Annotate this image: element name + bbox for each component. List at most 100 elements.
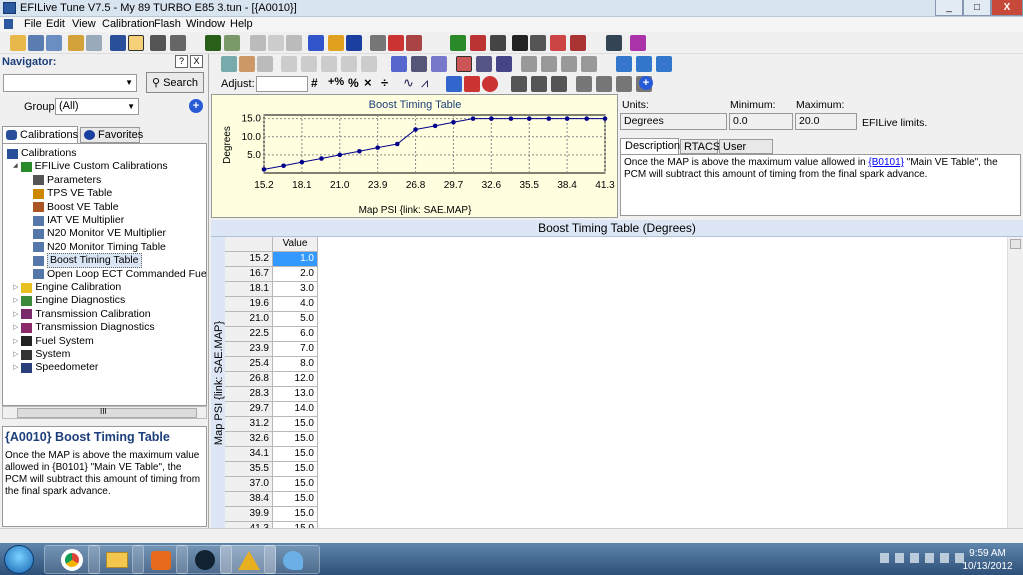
plot-icon[interactable]: [464, 76, 480, 92]
multiply-icon[interactable]: ×: [364, 75, 372, 90]
arrow-vertical-icon[interactable]: [636, 56, 652, 72]
zoom-icon[interactable]: [511, 76, 527, 92]
data-point[interactable]: [261, 167, 267, 172]
tree-horizontal-scrollbar[interactable]: III: [2, 406, 207, 419]
paste-special-icon[interactable]: [406, 35, 422, 51]
tree-item-iat-ve-multiplier[interactable]: IAT VE Multiplier: [33, 214, 124, 227]
tree-item-engine-calibration[interactable]: ▷ Engine Calibration: [13, 281, 121, 294]
maximize-button[interactable]: □: [963, 0, 991, 16]
data-point[interactable]: [564, 116, 570, 121]
menu-calibration[interactable]: Calibration: [102, 18, 155, 30]
dtc-icon[interactable]: [550, 35, 566, 51]
data-point[interactable]: [299, 159, 305, 165]
table-import-icon[interactable]: [361, 56, 377, 72]
document-icon[interactable]: [4, 19, 13, 29]
expand-arrow-icon[interactable]: ▷: [13, 361, 18, 374]
copy-icon[interactable]: [370, 35, 386, 51]
set-value-icon[interactable]: #: [311, 76, 318, 90]
menu-window[interactable]: Window: [186, 18, 225, 30]
calibration-tree[interactable]: Calibrations ◢ EFILive Custom Calibrations…: [2, 143, 207, 406]
percent-icon[interactable]: %: [348, 76, 359, 90]
tab-rtacs[interactable]: RTACS: [680, 139, 720, 154]
tree-item-boost-timing-table[interactable]: Boost Timing Table: [33, 253, 142, 269]
divide-icon[interactable]: ÷: [381, 75, 388, 90]
col-icon[interactable]: [541, 56, 557, 72]
open-folder-icon[interactable]: [68, 35, 84, 51]
tree-item-speedometer[interactable]: ▷ Speedometer: [13, 361, 98, 374]
data-point[interactable]: [526, 116, 532, 121]
clock[interactable]: 9:59 AM 10/13/2012: [960, 547, 1015, 573]
insert-row-icon[interactable]: [576, 76, 592, 92]
highlight-icon[interactable]: [391, 56, 407, 72]
data-point[interactable]: [413, 127, 418, 132]
value-cell[interactable]: 13.0: [273, 387, 318, 402]
data-point[interactable]: [281, 163, 286, 169]
expand-arrow-icon[interactable]: ▷: [13, 348, 18, 361]
menu-edit[interactable]: Edit: [46, 18, 65, 30]
history-icon[interactable]: [286, 35, 302, 51]
undo-icon[interactable]: [250, 35, 266, 51]
arrow-cross-icon[interactable]: [656, 56, 672, 72]
expand-icon[interactable]: [551, 76, 567, 92]
add-icon[interactable]: +: [639, 76, 653, 90]
value-cell[interactable]: 12.0: [273, 372, 318, 387]
navigator-search-input[interactable]: ▼: [3, 74, 137, 92]
expand-arrow-icon[interactable]: ▷: [13, 294, 18, 307]
table-view-icon[interactable]: [221, 56, 237, 72]
data-point[interactable]: [470, 116, 476, 121]
tree-item-engine-diagnostics[interactable]: ▷ Engine Diagnostics: [13, 294, 125, 307]
move-icon[interactable]: [616, 76, 632, 92]
expand-arrow-icon[interactable]: ▷: [13, 335, 18, 348]
value-cell[interactable]: 15.0: [273, 462, 318, 477]
trans-icon[interactable]: [490, 35, 506, 51]
tree-item-calibrations[interactable]: Calibrations: [7, 147, 76, 160]
tree-item-system[interactable]: ▷ System: [13, 348, 70, 361]
data-point[interactable]: [375, 145, 380, 150]
data-point[interactable]: [508, 116, 514, 121]
tree-item-n20-monitor-timing-table[interactable]: N20 Monitor Timing Table: [33, 241, 166, 254]
monitor-icon[interactable]: [570, 35, 586, 51]
fit-icon[interactable]: [531, 76, 547, 92]
forward-arrow-icon[interactable]: [224, 35, 240, 51]
tree-item-fuel-system[interactable]: ▷ Fuel System: [13, 335, 94, 348]
monitor-tray-icon[interactable]: [925, 553, 934, 563]
fill-icon[interactable]: [446, 76, 462, 92]
menu-file[interactable]: File: [24, 18, 42, 30]
vehicle-icon[interactable]: [110, 35, 126, 51]
menu-flash[interactable]: Flash: [154, 18, 181, 30]
read-icon[interactable]: [450, 35, 466, 51]
cell-icon[interactable]: [561, 56, 577, 72]
value-cell[interactable]: 3.0: [273, 282, 318, 297]
refresh-icon[interactable]: [328, 35, 344, 51]
tree-item-boost-ve-table[interactable]: Boost VE Table: [33, 201, 119, 214]
redo-icon[interactable]: [268, 35, 284, 51]
network-icon[interactable]: [910, 553, 919, 563]
value-cell[interactable]: 15.0: [273, 507, 318, 522]
grid-icon[interactable]: [170, 35, 186, 51]
compare-view-icon[interactable]: [257, 56, 273, 72]
close-button[interactable]: X: [991, 0, 1023, 16]
value-cell[interactable]: 6.0: [273, 327, 318, 342]
data-point[interactable]: [451, 119, 456, 125]
arrow-horizontal-icon[interactable]: [616, 56, 632, 72]
start-button[interactable]: [4, 545, 34, 574]
paste-icon[interactable]: [388, 35, 404, 51]
tree-item-n20-monitor-ve-multiplier[interactable]: N20 Monitor VE Multiplier: [33, 227, 166, 240]
settings-icon[interactable]: [606, 35, 622, 51]
delete-row-icon[interactable]: [596, 76, 612, 92]
reset-icon[interactable]: [482, 76, 498, 92]
tree-item-efilive-custom-calibrations[interactable]: ◢ EFILive Custom Calibrations: [13, 160, 168, 173]
data-point[interactable]: [337, 152, 343, 158]
expand-arrow-icon[interactable]: ▷: [13, 308, 18, 321]
value-cell[interactable]: 2.0: [273, 267, 318, 282]
tray-arrow-icon[interactable]: [880, 553, 889, 563]
table-vertical-scrollbar[interactable]: [1007, 237, 1023, 528]
tree-item-parameters[interactable]: Parameters: [33, 174, 101, 187]
value-cell[interactable]: 15.0: [273, 477, 318, 492]
back-arrow-icon[interactable]: [205, 35, 221, 51]
tree-item-open-loop-ect-commanded-fuel[interactable]: Open Loop ECT Commanded Fuel M: [33, 268, 206, 281]
adjust-input[interactable]: [256, 76, 308, 92]
select-icon[interactable]: [308, 35, 324, 51]
tab-user-notes[interactable]: User notes: [719, 139, 773, 167]
book-icon[interactable]: [630, 35, 646, 51]
